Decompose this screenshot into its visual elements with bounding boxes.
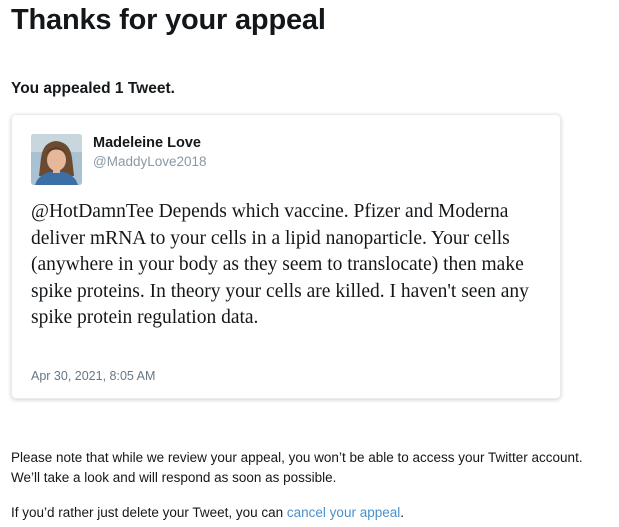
cancel-appeal-prefix: If you’d rather just delete your Tweet, … — [11, 505, 287, 520]
page-title: Thanks for your appeal — [11, 4, 326, 36]
author-name: Madeleine Love — [93, 135, 201, 151]
cancel-appeal-link[interactable]: cancel your appeal — [287, 505, 400, 520]
profile-photo-icon — [31, 134, 82, 185]
author-handle: @MaddyLove2018 — [93, 154, 207, 169]
appeal-summary: You appealed 1 Tweet. — [11, 80, 175, 97]
appeal-confirmation-page: Thanks for your appeal You appealed 1 Tw… — [0, 0, 619, 527]
cancel-appeal-line: If you’d rather just delete your Tweet, … — [11, 503, 404, 523]
avatar — [31, 134, 82, 185]
tweet-timestamp: Apr 30, 2021, 8:05 AM — [31, 369, 156, 383]
tweet-card: Madeleine Love @MaddyLove2018 @HotDamnTe… — [11, 114, 561, 399]
review-notice: Please note that while we review your ap… — [11, 450, 583, 485]
cancel-appeal-suffix: . — [400, 505, 404, 520]
tweet-text: @HotDamnTee Depends which vaccine. Pfize… — [31, 201, 529, 328]
